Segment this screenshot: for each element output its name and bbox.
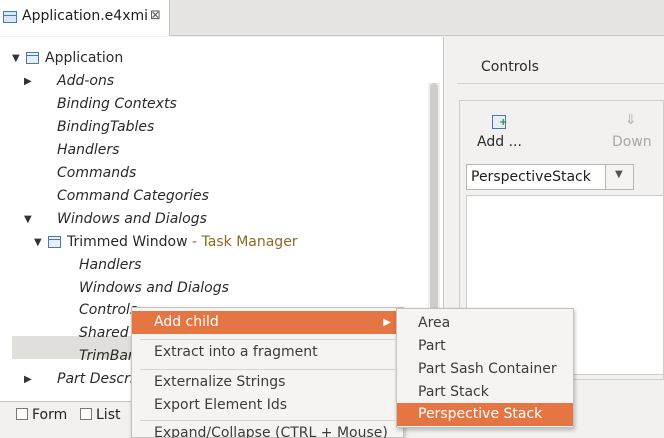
menu-item-externalize-strings[interactable]: Externalize Strings	[132, 371, 403, 394]
model-file-icon	[3, 11, 17, 23]
down-arrow-icon: ⇓	[625, 112, 637, 128]
vertical-scroll-thumb[interactable]	[430, 83, 438, 333]
context-menu: Add child ▶ Extract into a fragment Exte…	[131, 307, 404, 438]
menu-item-add-child[interactable]: Add child ▶	[132, 311, 403, 334]
editor-tab-bar: Application.e4xmi ⊠	[0, 0, 664, 36]
form-icon	[16, 408, 28, 420]
menu-item-extract-fragment[interactable]: Extract into a fragment	[132, 341, 403, 364]
submenu-item-area[interactable]: Area	[397, 312, 573, 335]
expanded-triangle-icon[interactable]: ▼	[34, 231, 42, 254]
menu-item-expand-collapse[interactable]: Expand/Collapse (CTRL + Mouse)	[132, 422, 403, 438]
list-icon	[80, 408, 92, 420]
expanded-triangle-icon[interactable]: ▼	[12, 47, 20, 70]
add-icon[interactable]	[492, 115, 507, 129]
details-divider	[457, 83, 664, 84]
application-icon	[26, 52, 39, 64]
details-title: Controls	[481, 59, 539, 75]
collapsed-triangle-icon[interactable]: ▶	[24, 368, 32, 391]
submenu-item-perspective-stack[interactable]: Perspective Stack	[397, 403, 573, 426]
expanded-triangle-icon[interactable]: ▼	[24, 208, 32, 231]
menu-separator	[140, 369, 395, 370]
chevron-down-icon[interactable]: ▼	[605, 165, 633, 189]
submenu-arrow-icon: ▶	[383, 317, 391, 328]
tab-form[interactable]: Form	[16, 404, 67, 426]
submenu-item-part-stack[interactable]: Part Stack	[397, 381, 573, 404]
submenu-item-part[interactable]: Part	[397, 335, 573, 358]
menu-item-export-element-ids[interactable]: Export Element Ids	[132, 394, 403, 417]
close-icon[interactable]: ⊠	[150, 8, 161, 23]
editor-tab-application[interactable]: Application.e4xmi ⊠	[0, 0, 170, 36]
down-button[interactable]: Down	[612, 134, 652, 150]
element-type-value: PerspectiveStack	[471, 169, 591, 185]
window-icon	[48, 236, 61, 248]
menu-separator	[140, 420, 395, 421]
element-type-select[interactable]: PerspectiveStack ▼	[466, 164, 634, 190]
add-child-submenu: Area Part Part Sash Container Part Stack…	[396, 308, 574, 428]
editor-tab-title: Application.e4xmi	[22, 8, 149, 24]
trimmed-window-label: Trimmed Window	[67, 234, 188, 250]
trimmed-window-decoration: - Task Manager	[187, 234, 298, 250]
collapsed-triangle-icon[interactable]: ▶	[24, 70, 32, 93]
menu-separator	[140, 339, 395, 340]
submenu-item-part-sash-container[interactable]: Part Sash Container	[397, 358, 573, 381]
add-button[interactable]: Add ...	[477, 134, 522, 150]
tab-list[interactable]: List	[80, 404, 120, 426]
